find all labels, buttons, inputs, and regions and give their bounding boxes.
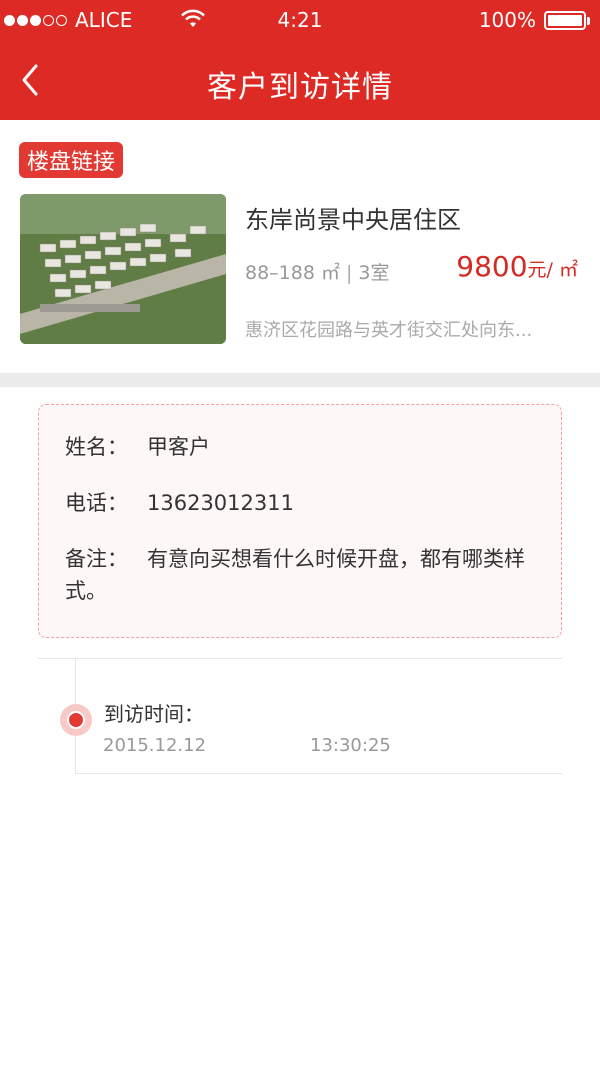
customer-phone-row: 电话： 13623012311 (65, 487, 294, 517)
battery-percent: 100% (478, 8, 536, 32)
timeline-bottom-line (76, 773, 562, 774)
page-title: 客户到访详情 (207, 70, 393, 105)
customer-info-card: 姓名： 甲客户 电话： 13623012311 备注： 有意向买想看什么时候开盘，都有… (38, 404, 562, 638)
timeline-top-line (38, 658, 562, 659)
visit-time: 13:30:25 (310, 735, 391, 756)
phone-label: 电话： (65, 491, 128, 515)
note-label: 备注： (65, 547, 128, 571)
property-name[interactable]: 东岸尚景中央居住区 (245, 200, 461, 235)
timeline-dot-icon (60, 704, 92, 736)
status-bar: ALICE 4:21 100% (0, 0, 600, 40)
customer-phone[interactable]: 13623012311 (147, 491, 294, 515)
property-link-badge: 楼盘链接 (19, 142, 124, 178)
property-meta: 88–188 ㎡ | 3室 (245, 262, 390, 284)
property-area: 88–188 ㎡ (245, 262, 340, 284)
navigation-bar: 客户到访详情 (0, 40, 600, 120)
name-label: 姓名： (65, 435, 128, 459)
property-price: 9800元/ ㎡ (456, 250, 578, 283)
visit-date: 2015.12.12 (103, 735, 207, 756)
property-image[interactable] (20, 194, 226, 344)
property-address: 惠济区花园路与英才街交汇处向东... (245, 320, 533, 341)
section-divider (0, 373, 600, 387)
customer-name: 甲客户 (147, 435, 210, 459)
customer-note-row: 备注： 有意向买想看什么时候开盘，都有哪类样式。 (65, 543, 545, 607)
visit-time-label: 到访时间： (104, 702, 204, 726)
battery-icon (544, 11, 590, 30)
top-bar: ALICE 4:21 100% 客户到访详情 (0, 0, 600, 120)
property-rooms: 3室 (358, 262, 390, 284)
customer-name-row: 姓名： 甲客户 (65, 431, 210, 461)
price-unit: 元/ ㎡ (527, 259, 578, 281)
price-value: 9800 (456, 250, 528, 283)
